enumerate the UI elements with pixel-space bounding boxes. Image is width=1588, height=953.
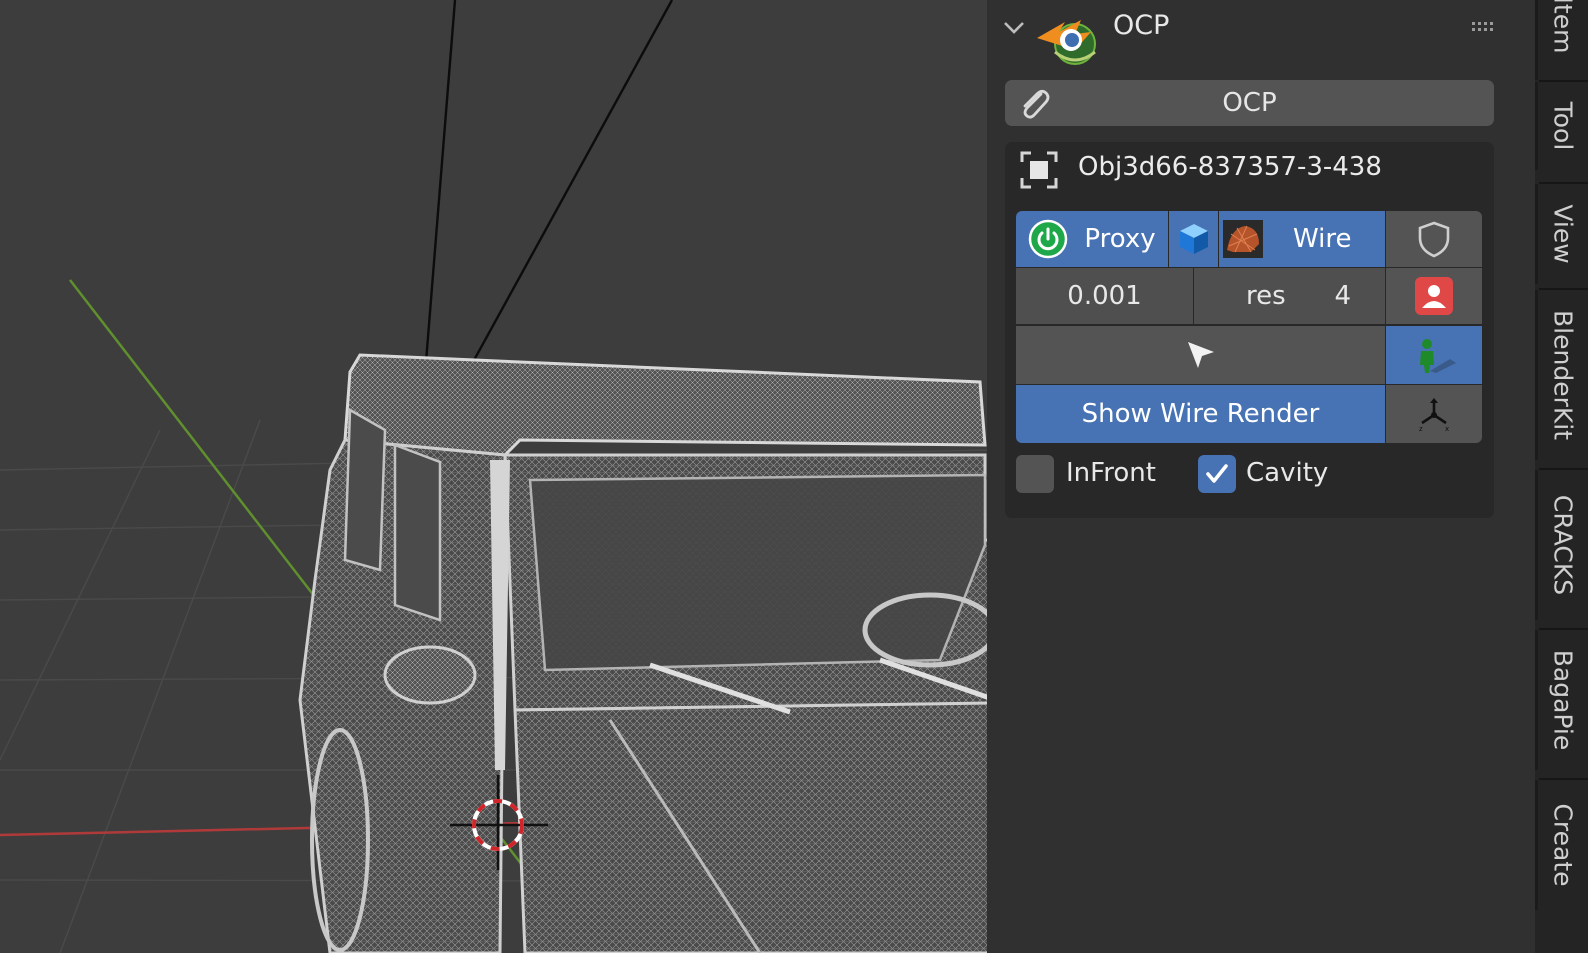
wire-label: Wire [1293, 224, 1352, 254]
ocp-main-button[interactable]: OCP [1005, 80, 1494, 126]
tab-bagapie[interactable]: BagaPie [1535, 630, 1588, 770]
sidebar-panel: OCP OCP Obj3d66-837357-3-438 Proxy Wire … [987, 0, 1535, 953]
object-settings-box: Obj3d66-837357-3-438 Proxy Wire 0.001 re… [1005, 142, 1494, 518]
tab-view-label: View [1548, 204, 1578, 264]
res-label: res [1246, 281, 1286, 311]
tab-tool[interactable]: Tool [1535, 82, 1588, 170]
tab-item[interactable]: Item [1535, 0, 1588, 80]
drag-grip-icon[interactable] [1471, 20, 1495, 34]
tab-create-label: Create [1548, 803, 1578, 887]
object-name: Obj3d66-837357-3-438 [1078, 152, 1382, 182]
sidebar-tab-strip: Item Tool View BlenderKit CRACKS BagaPie… [1535, 0, 1588, 953]
infront-label: InFront [1066, 458, 1156, 488]
tab-blenderkit[interactable]: BlenderKit [1535, 290, 1588, 460]
cube-icon [1179, 224, 1208, 254]
tab-tool-label: Tool [1548, 101, 1578, 151]
shield-button[interactable] [1386, 211, 1482, 267]
collapse-chevron-icon[interactable] [1001, 14, 1027, 40]
show-wire-render-button[interactable]: Show Wire Render [1016, 385, 1385, 443]
threshold-value-field[interactable]: 0.001 [1016, 268, 1193, 324]
tab-cracks[interactable]: CRACKS [1535, 470, 1588, 620]
tab-cracks-label: CRACKS [1548, 494, 1578, 596]
cube-display-button[interactable] [1169, 211, 1218, 267]
wire-mesh-thumbnail-icon [1223, 220, 1263, 258]
ocp-main-button-label: OCP [1222, 88, 1277, 118]
cavity-checkbox[interactable] [1198, 455, 1236, 493]
axes-icon: z x [1419, 398, 1449, 433]
select-cursor-button[interactable] [1016, 326, 1385, 384]
tab-blenderkit-label: BlenderKit [1548, 310, 1578, 440]
res-value: 4 [1334, 281, 1351, 311]
cavity-label: Cavity [1246, 458, 1329, 488]
proxy-toggle-button[interactable]: Proxy [1016, 211, 1168, 267]
infront-checkbox[interactable] [1016, 455, 1054, 493]
shield-icon [1418, 221, 1450, 258]
panel-title: OCP [1113, 10, 1170, 41]
object-frame-icon [1020, 151, 1058, 189]
res-field[interactable]: res 4 [1194, 268, 1385, 324]
proxy-label: Proxy [1084, 224, 1156, 254]
user-button[interactable] [1386, 268, 1482, 324]
cursor-icon [1187, 342, 1214, 368]
power-icon [1029, 219, 1068, 259]
panel-header[interactable]: OCP [987, 0, 1535, 65]
ocp-addon-logo-icon [1037, 20, 1096, 65]
wire-display-button[interactable]: Wire [1219, 211, 1385, 267]
show-wire-render-label: Show Wire Render [1081, 399, 1320, 429]
tab-item-label: Item [1548, 0, 1578, 54]
user-icon [1415, 277, 1453, 315]
figure-button[interactable] [1386, 326, 1482, 384]
svg-text:x: x [1445, 425, 1449, 433]
threshold-value: 0.001 [1067, 281, 1142, 311]
tab-create[interactable]: Create [1535, 780, 1588, 910]
tab-view[interactable]: View [1535, 184, 1588, 284]
paperclip-icon [1023, 89, 1050, 119]
svg-text:z: z [1419, 425, 1423, 433]
axes-button[interactable]: z x [1386, 385, 1482, 443]
checkmark-icon [1206, 464, 1228, 483]
figure-icon [1420, 339, 1456, 373]
tab-bagapie-label: BagaPie [1548, 649, 1578, 751]
